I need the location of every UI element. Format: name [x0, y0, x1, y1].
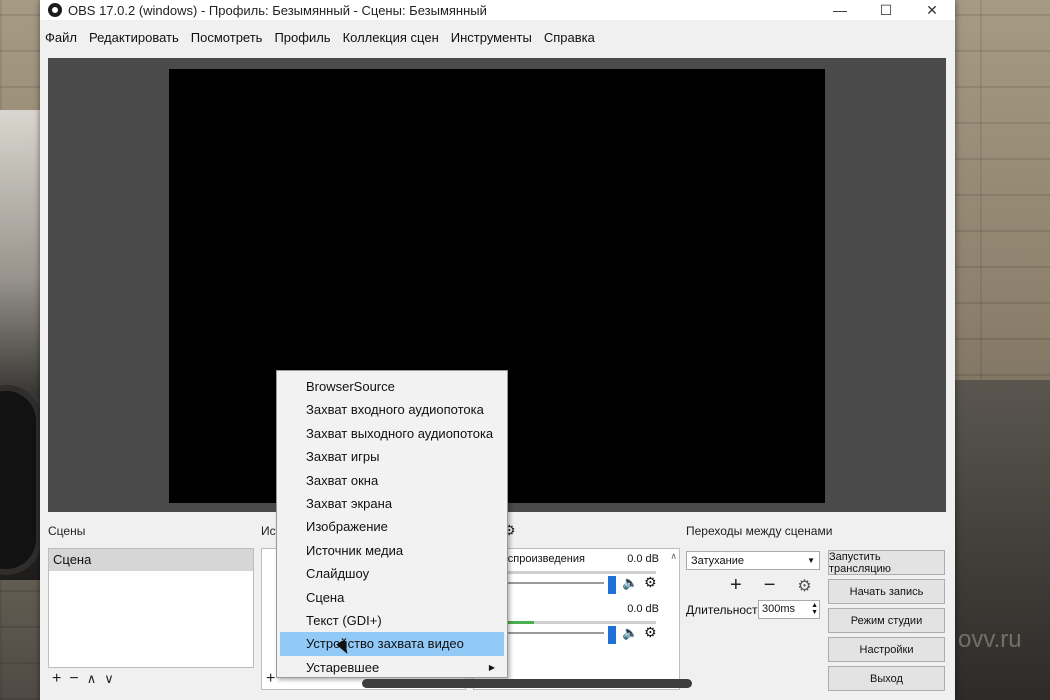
obs-logo-icon: [48, 3, 62, 17]
scenes-toolbar: + − ∧ ∨: [52, 668, 114, 690]
channel-db: 0.0 dB: [627, 553, 659, 565]
watermark-text: ovv.ru: [958, 626, 1022, 653]
menu-item-image[interactable]: Изображение: [277, 515, 507, 538]
close-button[interactable]: ✕: [909, 0, 955, 20]
scenes-title: Сцены: [48, 524, 86, 538]
duration-value: 300ms: [762, 603, 796, 615]
wallpaper-wheel: [0, 385, 42, 575]
menu-item-deprecated-label: Устаревшее: [306, 659, 380, 675]
add-scene-icon[interactable]: +: [52, 670, 61, 688]
menu-bar: Файл Редактировать Посмотреть Профиль Ко…: [40, 24, 955, 50]
menu-item-window-capture[interactable]: Захват окна: [277, 469, 507, 492]
window-title: OBS 17.0.2 (windows) - Профиль: Безымянн…: [68, 2, 487, 18]
sources-toolbar: +: [266, 668, 275, 690]
menu-item-video-capture-device[interactable]: Устройство захвата видео: [280, 632, 504, 656]
menu-file[interactable]: Файл: [45, 30, 83, 45]
duration-input[interactable]: 300ms ▲ ▼: [758, 600, 820, 619]
menu-view[interactable]: Посмотреть: [191, 30, 269, 45]
gear-icon[interactable]: ⚙: [644, 574, 657, 591]
start-recording-button[interactable]: Начать запись: [828, 579, 945, 604]
title-bar[interactable]: OBS 17.0.2 (windows) - Профиль: Безымянн…: [40, 0, 955, 20]
duration-label: Длительность: [686, 603, 764, 617]
menu-item-display-capture[interactable]: Захват экрана: [277, 492, 507, 515]
scene-list-item[interactable]: Сцена: [49, 549, 253, 571]
speaker-icon[interactable]: 🔈: [622, 625, 638, 641]
gear-icon[interactable]: ⚙: [644, 624, 657, 641]
submenu-arrow-icon: ▶: [488, 662, 495, 672]
volume-slider-handle[interactable]: [608, 576, 616, 594]
volume-slider-handle[interactable]: [608, 626, 616, 644]
move-up-icon[interactable]: ∧: [87, 671, 97, 687]
transition-select[interactable]: Затухание ▼: [686, 551, 820, 570]
menu-item-audio-output-capture[interactable]: Захват выходного аудиопотока: [277, 422, 507, 445]
menu-profile[interactable]: Профиль: [274, 30, 336, 45]
start-stream-button[interactable]: Запустить трансляцию: [828, 550, 945, 575]
speaker-icon[interactable]: 🔈: [622, 575, 638, 591]
remove-scene-icon[interactable]: −: [69, 670, 78, 688]
add-source-context-menu: BrowserSource Захват входного аудиопоток…: [276, 370, 508, 678]
channel-db: 0.0 dB: [627, 603, 659, 615]
menu-item-deprecated[interactable]: Устаревшее ▶: [277, 656, 507, 679]
maximize-button[interactable]: ☐: [863, 0, 909, 20]
add-source-icon[interactable]: +: [266, 670, 275, 688]
exit-button[interactable]: Выход: [828, 666, 945, 691]
menu-item-media-source[interactable]: Источник медиа: [277, 539, 507, 562]
add-transition-icon[interactable]: +: [730, 574, 742, 597]
duration-spinner-icon[interactable]: ▲ ▼: [811, 602, 818, 616]
studio-mode-button[interactable]: Режим студии: [828, 608, 945, 633]
menu-item-audio-input-capture[interactable]: Захват входного аудиопотока: [277, 398, 507, 421]
remove-transition-icon[interactable]: −: [764, 574, 776, 597]
transition-selected: Затухание: [691, 554, 745, 567]
chevron-down-icon: ▼: [807, 556, 815, 565]
menu-item-game-capture[interactable]: Захват игры: [277, 445, 507, 468]
menu-item-browser-source[interactable]: BrowserSource: [277, 375, 507, 398]
window-controls: — ☐ ✕: [817, 0, 955, 20]
menu-scene-collection[interactable]: Коллекция сцен: [343, 30, 445, 45]
menu-item-scene[interactable]: Сцена: [277, 586, 507, 609]
menu-tools[interactable]: Инструменты: [451, 30, 538, 45]
minimize-button[interactable]: —: [817, 0, 863, 20]
overlay-scrollbar[interactable]: [362, 679, 692, 688]
transition-gear-icon[interactable]: ⚙: [797, 576, 811, 596]
move-down-icon[interactable]: ∨: [104, 671, 114, 687]
transition-toolbar: + − ⚙: [730, 574, 812, 597]
menu-edit[interactable]: Редактировать: [89, 30, 185, 45]
settings-button[interactable]: Настройки: [828, 637, 945, 662]
menu-item-slideshow[interactable]: Слайдшоу: [277, 562, 507, 585]
menu-item-text-gdi[interactable]: Текст (GDI+): [277, 609, 507, 632]
transitions-title: Переходы между сценами: [686, 524, 833, 538]
scenes-list[interactable]: Сцена: [48, 548, 254, 668]
menu-help[interactable]: Справка: [544, 30, 601, 45]
